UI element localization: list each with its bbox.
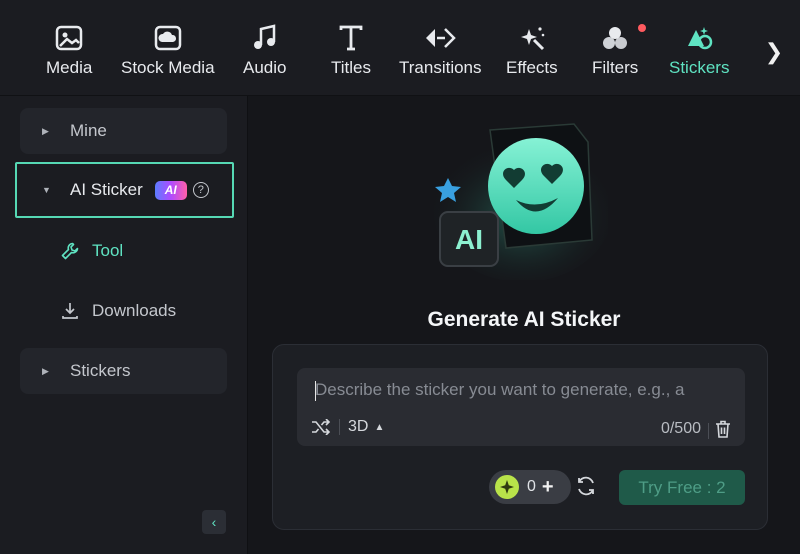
tab-titles-label: Titles (331, 58, 371, 77)
credit-count: 0 (527, 478, 536, 495)
titles-icon (334, 22, 368, 54)
wrench-icon (60, 241, 80, 261)
stock-media-icon (151, 22, 185, 54)
trash-icon[interactable] (713, 419, 733, 439)
tab-media-label: Media (46, 58, 93, 77)
generate-panel: 3D ▲ 0/500 0 + Try Free : 2 (272, 344, 768, 530)
more-tabs-chevron-icon[interactable]: ❯ (760, 36, 788, 68)
collapse-arrow-icon: ▼ (42, 185, 51, 195)
top-toolbar: Media Stock Media Audio Titles Transitio… (0, 0, 800, 96)
sidebar: ▶ Mine ▼ AI Sticker AI ? Tool Downloads … (0, 96, 248, 554)
sidebar-item-ai-sticker[interactable]: ▼ AI Sticker AI ? (15, 162, 234, 218)
tab-effects-label: Effects (506, 58, 558, 77)
tab-audio-label: Audio (243, 58, 287, 77)
add-credits-icon[interactable]: + (542, 476, 554, 499)
tab-stock-media-label: Stock Media (121, 58, 215, 77)
audio-icon (248, 22, 282, 54)
stickers-icon (682, 22, 716, 54)
effects-icon (515, 22, 549, 54)
hero-ai-badge-text: AI (455, 224, 483, 255)
tab-stickers-label: Stickers (669, 58, 730, 77)
tab-stickers[interactable]: Stickers (669, 22, 729, 86)
media-icon (52, 22, 86, 54)
sidebar-item-label: Stickers (70, 361, 131, 380)
notification-dot (638, 24, 647, 32)
sidebar-item-label: Mine (70, 121, 107, 140)
sidebar-item-label: AI Sticker (70, 180, 143, 199)
tab-audio[interactable]: Audio (243, 22, 286, 86)
style-select[interactable]: 3D ▲ (348, 418, 384, 436)
filters-icon (598, 22, 647, 54)
prompt-box: 3D ▲ 0/500 (297, 368, 745, 446)
ai-sticker-illustration: AI (433, 123, 608, 280)
sidebar-item-mine[interactable]: ▶ Mine (20, 108, 227, 154)
caret-up-icon: ▲ (374, 421, 385, 433)
transitions-icon (423, 22, 457, 54)
tab-effects[interactable]: Effects (506, 22, 558, 86)
tab-filters[interactable]: Filters (592, 22, 647, 86)
sidebar-item-label: Tool (92, 241, 124, 260)
style-select-value: 3D (348, 418, 369, 435)
expand-arrow-icon: ▶ (42, 365, 49, 376)
expand-arrow-icon: ▶ (42, 125, 49, 136)
text-caret (315, 381, 316, 401)
tab-titles[interactable]: Titles (331, 22, 371, 86)
download-icon (60, 301, 80, 321)
credit-coin-icon (495, 475, 519, 499)
divider (708, 423, 709, 439)
help-icon[interactable]: ? (192, 182, 209, 198)
shuffle-icon[interactable] (311, 419, 331, 435)
tab-filters-label: Filters (592, 58, 639, 77)
tab-transitions[interactable]: Transitions (399, 22, 482, 86)
refresh-icon[interactable] (575, 475, 597, 497)
sidebar-item-stickers[interactable]: ▶ Stickers (20, 348, 227, 394)
tab-transitions-label: Transitions (399, 58, 482, 77)
collapse-sidebar-button[interactable]: ‹ (202, 510, 226, 534)
char-counter: 0/500 (660, 420, 701, 437)
sidebar-item-tool[interactable]: Tool (60, 236, 123, 266)
sidebar-item-downloads[interactable]: Downloads (60, 296, 176, 326)
ai-badge: AI (154, 180, 187, 200)
page-title: Generate AI Sticker (427, 308, 621, 331)
try-free-button[interactable]: Try Free : 2 (619, 470, 745, 505)
sidebar-item-label: Downloads (92, 301, 177, 320)
tab-media[interactable]: Media (46, 22, 92, 86)
main-panel: AI Generate AI Sticker 3D ▲ 0/500 (248, 96, 800, 554)
credits-pill[interactable]: 0 + (489, 470, 571, 504)
tab-stock-media[interactable]: Stock Media (121, 22, 215, 86)
prompt-input[interactable] (315, 378, 735, 402)
divider (339, 419, 340, 435)
